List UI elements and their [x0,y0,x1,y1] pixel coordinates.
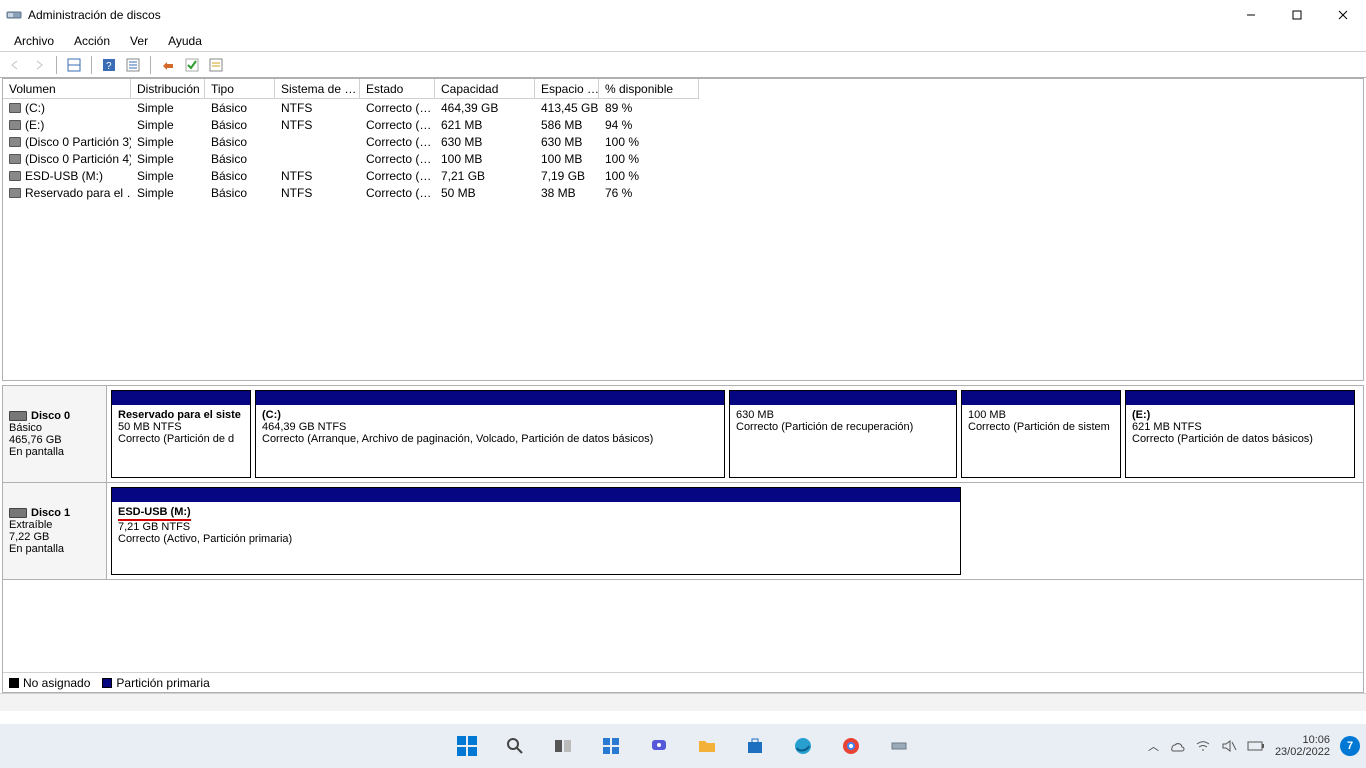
window-title: Administración de discos [28,8,161,22]
menu-archivo[interactable]: Archivo [4,32,64,50]
explorer-icon[interactable] [687,726,727,766]
col-estado[interactable]: Estado [360,79,435,99]
widgets-icon[interactable] [591,726,631,766]
drive-icon [9,171,21,181]
disk-icon [9,508,27,518]
back-button [4,54,26,76]
volume-header: Volumen Distribución Tipo Sistema de … E… [3,79,1363,99]
partition[interactable]: 630 MBCorrecto (Partición de recuperació… [729,390,957,478]
disk-diagram: Disco 0 Básico 465,76 GB En pantalla Res… [2,385,1364,693]
partition[interactable]: 100 MBCorrecto (Partición de sistem [961,390,1121,478]
disk-size: 7,22 GB [9,531,100,543]
menu-ver[interactable]: Ver [120,32,158,50]
disk-row: Disco 0 Básico 465,76 GB En pantalla Res… [3,386,1363,483]
volume-list[interactable]: Volumen Distribución Tipo Sistema de … E… [2,78,1364,381]
drive-icon [9,103,21,113]
chrome-icon[interactable] [831,726,871,766]
list-icon[interactable] [122,54,144,76]
legend: No asignado Partición primaria [3,672,1363,692]
partition[interactable]: (C:)464,39 GB NTFSCorrecto (Arranque, Ar… [255,390,725,478]
drive-icon [9,188,21,198]
search-icon[interactable] [495,726,535,766]
partition[interactable]: ESD-USB (M:)7,21 GB NTFSCorrecto (Activo… [111,487,961,575]
check-icon[interactable] [181,54,203,76]
table-row[interactable]: Reservado para el …SimpleBásicoNTFSCorre… [3,184,1363,201]
forward-button [28,54,50,76]
col-pct[interactable]: % disponible [599,79,699,99]
taskview-icon[interactable] [543,726,583,766]
view-panel-icon[interactable] [63,54,85,76]
wifi-icon[interactable] [1195,740,1211,752]
action-icon[interactable] [157,54,179,76]
disk-size: 465,76 GB [9,434,100,446]
legend-primary: Partición primaria [102,676,209,690]
clock-time: 10:06 [1275,734,1330,746]
col-distribucion[interactable]: Distribución [131,79,205,99]
store-icon[interactable] [735,726,775,766]
disk-kind: Básico [9,422,100,434]
onedrive-icon[interactable] [1169,740,1185,752]
tray-chevron-icon[interactable]: ︿ [1148,738,1159,754]
partition[interactable]: (E:)621 MB NTFSCorrecto (Partición de da… [1125,390,1355,478]
volume-icon[interactable] [1221,739,1237,753]
col-tipo[interactable]: Tipo [205,79,275,99]
legend-unallocated: No asignado [9,676,90,690]
drive-icon [9,137,21,147]
notification-badge[interactable]: 7 [1340,736,1360,756]
maximize-button[interactable] [1274,0,1320,30]
table-row[interactable]: (E:)SimpleBásicoNTFSCorrecto (…621 MB586… [3,116,1363,133]
disk-kind: Extraíble [9,519,100,531]
table-row[interactable]: (C:)SimpleBásicoNTFSCorrecto (…464,39 GB… [3,99,1363,116]
taskbar: ︿ 10:06 23/02/2022 7 [0,724,1366,768]
disk-state: En pantalla [9,543,100,555]
titlebar: Administración de discos [0,0,1366,30]
help-icon[interactable]: ? [98,54,120,76]
props-icon[interactable] [205,54,227,76]
table-row[interactable]: (Disco 0 Partición 3)SimpleBásicoCorrect… [3,133,1363,150]
disk-label[interactable]: Disco 1 Extraíble 7,22 GB En pantalla [3,483,107,579]
disk-icon [9,411,27,421]
drive-icon [9,154,21,164]
col-capacidad[interactable]: Capacidad [435,79,535,99]
menubar: Archivo Acción Ver Ayuda [0,30,1366,52]
start-button[interactable] [447,726,487,766]
drive-icon [9,120,21,130]
col-sistema[interactable]: Sistema de … [275,79,360,99]
disk-name: Disco 0 [31,410,70,422]
chat-icon[interactable] [639,726,679,766]
menu-accion[interactable]: Acción [64,32,120,50]
edge-icon[interactable] [783,726,823,766]
battery-icon[interactable] [1247,741,1265,751]
disk-label[interactable]: Disco 0 Básico 465,76 GB En pantalla [3,386,107,482]
disk-name: Disco 1 [31,507,70,519]
table-row[interactable]: (Disco 0 Partición 4)SimpleBásicoCorrect… [3,150,1363,167]
toolbar: ? [0,52,1366,78]
col-volumen[interactable]: Volumen [3,79,131,99]
clock[interactable]: 10:06 23/02/2022 [1275,734,1330,758]
menu-ayuda[interactable]: Ayuda [158,32,212,50]
partition[interactable]: Reservado para el siste50 MB NTFSCorrect… [111,390,251,478]
minimize-button[interactable] [1228,0,1274,30]
col-espacio[interactable]: Espacio … [535,79,599,99]
clock-date: 23/02/2022 [1275,746,1330,758]
close-button[interactable] [1320,0,1366,30]
diskmgmt-taskbar-icon[interactable] [879,726,919,766]
svg-text:?: ? [106,61,112,72]
table-row[interactable]: ESD-USB (M:)SimpleBásicoNTFSCorrecto (…7… [3,167,1363,184]
status-band [0,693,1366,711]
disk-row: Disco 1 Extraíble 7,22 GB En pantalla ES… [3,483,1363,580]
app-icon [6,7,22,23]
disk-state: En pantalla [9,446,100,458]
